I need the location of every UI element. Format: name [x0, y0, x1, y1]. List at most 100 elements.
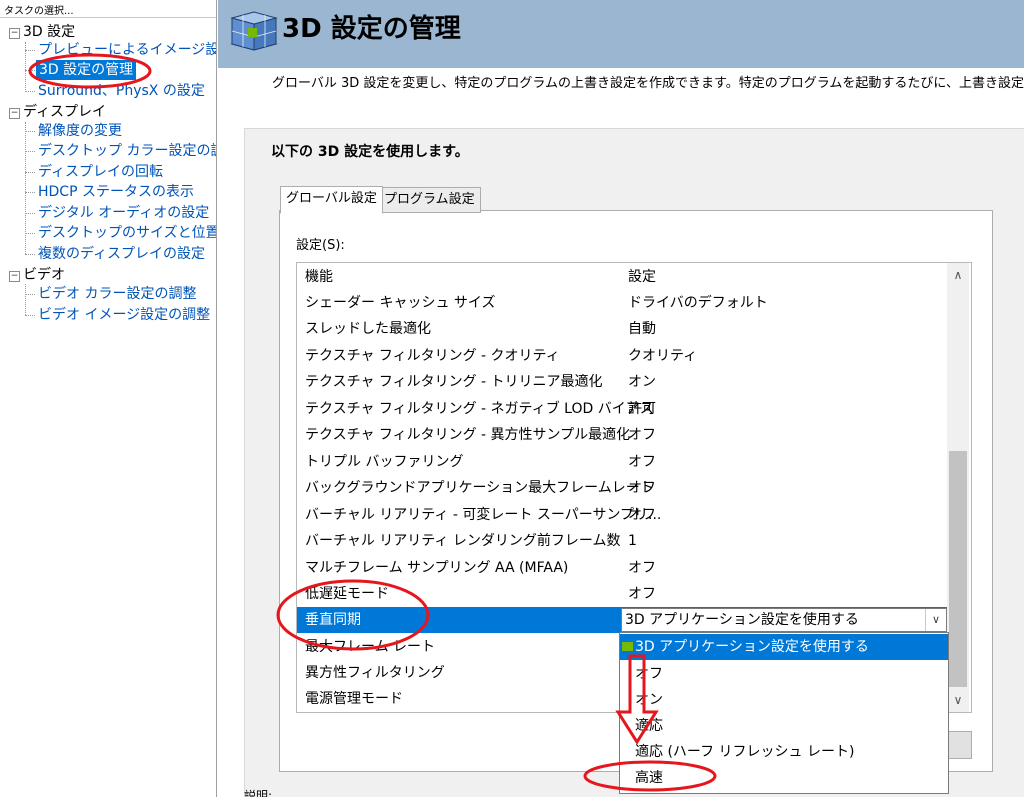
panel-divider [0, 17, 216, 18]
row-value: オフ [628, 454, 656, 470]
row-feature: トリプル バッファリング [305, 454, 464, 470]
tree-item-change-resolution[interactable]: 解像度の変更 [38, 121, 122, 141]
row-value: オフ [628, 560, 656, 576]
row-value: オフ [628, 427, 656, 443]
row-value: ドライバのデフォルト [628, 295, 768, 311]
row-feature: テクスチャ フィルタリング - クオリティ [305, 348, 560, 364]
tree-item-multiple-displays[interactable]: 複数のディスプレイの設定 [38, 244, 205, 264]
nvidia-3d-cube-icon [230, 11, 278, 51]
tree-line [25, 284, 26, 315]
page-description: グローバル 3D 設定を変更し、特定のプログラムの上書き設定を作成できます。特定… [272, 76, 1024, 91]
tree-category-label: ビデオ [23, 267, 65, 283]
tree-line [25, 172, 35, 173]
restore-button[interactable] [946, 731, 972, 759]
row-feature: 最大フレーム レート [305, 639, 436, 655]
group-title: 以下の 3D 設定を使用します。 [271, 144, 469, 160]
tree-line [25, 192, 35, 193]
table-row[interactable]: トリプル バッファリング オフ [297, 449, 947, 475]
tree-line [25, 315, 35, 316]
row-value: オフ [628, 586, 656, 602]
row-feature: バーチャル リアリティ - 可変レート スーパーサンプリ... [305, 507, 662, 523]
table-row[interactable]: マルチフレーム サンプリング AA (MFAA) オフ [297, 555, 947, 581]
tree-line [25, 70, 35, 71]
option-label: オフ [635, 666, 663, 682]
list-scrollbar[interactable]: ∧ ∨ [947, 263, 969, 712]
tree-item-desktop-color[interactable]: デスクトップ カラー設定の調整 [38, 141, 216, 161]
chevron-up-icon[interactable]: ∧ [947, 263, 969, 287]
option-label: 適応 (ハーフ リフレッシュ レート) [635, 744, 855, 760]
table-row[interactable]: シェーダー キャッシュ サイズ ドライバのデフォルト [297, 290, 947, 316]
tree-category-display[interactable]: − ディスプレイ [9, 102, 106, 122]
dropdown-option-app-setting[interactable]: 3D アプリケーション設定を使用する [620, 634, 948, 660]
collapse-icon[interactable]: − [9, 271, 20, 282]
row-feature: テクスチャ フィルタリング - ネガティブ LOD バイアス [305, 401, 654, 417]
dropdown-option-off[interactable]: オフ [620, 661, 948, 687]
tree-category-video[interactable]: − ビデオ [9, 265, 65, 285]
tree-category-3d-settings[interactable]: −3D 設定 [9, 22, 75, 42]
table-row[interactable]: テクスチャ フィルタリング - クオリティ クオリティ [297, 343, 947, 369]
tree-line [25, 254, 35, 255]
dropdown-option-fast[interactable]: 高速 [620, 765, 948, 791]
tree-line [25, 131, 35, 132]
table-row[interactable]: スレッドした最適化 自動 [297, 316, 947, 342]
row-feature: テクスチャ フィルタリング - 異方性サンプル最適化 [305, 427, 631, 443]
column-header-feature[interactable]: 機能 [305, 264, 333, 290]
table-row[interactable]: テクスチャ フィルタリング - ネガティブ LOD バイアス 許可 [297, 396, 947, 422]
chevron-down-icon[interactable]: ∨ [925, 609, 946, 631]
row-feature: シェーダー キャッシュ サイズ [305, 295, 496, 311]
collapse-icon[interactable]: − [9, 108, 20, 119]
nvidia-control-panel: タスクの選択... −3D 設定 プレビューによるイメージ設定の 3D 設定の管… [0, 0, 1024, 797]
row-feature: テクスチャ フィルタリング - トリリニア最適化 [305, 374, 603, 390]
scrollbar-thumb[interactable] [949, 451, 967, 687]
tab-program-settings[interactable]: プログラム設定 [378, 187, 481, 213]
table-row[interactable]: バーチャル リアリティ レンダリング前フレーム数 1 [297, 528, 947, 554]
tree-item-desktop-size-position[interactable]: デスクトップのサイズと位置の調 [38, 223, 216, 243]
dropdown-option-adaptive-half[interactable]: 適応 (ハーフ リフレッシュ レート) [620, 739, 948, 765]
column-header-setting[interactable]: 設定 [628, 264, 656, 290]
row-feature: バックグラウンドアプリケーション最大フレームレート [305, 480, 654, 496]
tree-item-image-preview[interactable]: プレビューによるイメージ設定の [38, 40, 216, 60]
table-row[interactable]: 低遅延モード オフ [297, 581, 947, 607]
table-row-selected[interactable]: 垂直同期 3D アプリケーション設定を使用する ∨ [297, 607, 947, 633]
row-feature: 垂直同期 [305, 612, 361, 628]
option-label: 3D アプリケーション設定を使用する [635, 639, 869, 655]
task-tree-panel: タスクの選択... −3D 設定 プレビューによるイメージ設定の 3D 設定の管… [0, 0, 217, 797]
dropdown-option-on[interactable]: オン [620, 687, 948, 713]
row-feature: バーチャル リアリティ レンダリング前フレーム数 [305, 533, 621, 549]
table-row[interactable]: テクスチャ フィルタリング - 異方性サンプル最適化 オフ [297, 422, 947, 448]
tree-item-rotate-display[interactable]: ディスプレイの回転 [38, 162, 163, 182]
table-row[interactable]: テクスチャ フィルタリング - トリリニア最適化 オン [297, 369, 947, 395]
option-label: 適応 [635, 718, 663, 734]
tree-item-digital-audio[interactable]: デジタル オーディオの設定 [38, 203, 209, 223]
collapse-icon[interactable]: − [9, 28, 20, 39]
vsync-dropdown-list[interactable]: 3D アプリケーション設定を使用する オフ オン 適応 適応 (ハーフ リフレッ… [619, 632, 949, 794]
row-value: クオリティ [628, 348, 698, 364]
tab-global-settings[interactable]: グローバル設定 [280, 186, 383, 214]
tree-line [25, 151, 35, 152]
row-value: オフ [628, 507, 656, 523]
page-title: 3D 設定の管理 [282, 14, 461, 44]
list-header: 機能 設定 [297, 264, 947, 290]
tree-line [25, 122, 26, 254]
tree-item-video-image[interactable]: ビデオ イメージ設定の調整 [38, 305, 210, 325]
tree-category-label: 3D 設定 [23, 24, 76, 40]
page-header: 3D 設定の管理 [218, 0, 1024, 68]
tree-item-surround-physx[interactable]: Surround、PhysX の設定 [38, 81, 205, 101]
option-label: 高速 [635, 770, 663, 786]
vsync-select[interactable]: 3D アプリケーション設定を使用する ∨ [621, 608, 947, 632]
row-value: 自動 [628, 321, 656, 337]
tree-line [25, 213, 35, 214]
tree-item-video-color[interactable]: ビデオ カラー設定の調整 [38, 284, 196, 304]
tree-category-label: ディスプレイ [23, 104, 107, 120]
tree-line [25, 91, 35, 92]
tree-item-manage-3d-settings[interactable]: 3D 設定の管理 [36, 60, 137, 80]
row-feature: 異方性フィルタリング [305, 665, 445, 681]
row-feature: マルチフレーム サンプリング AA (MFAA) [305, 560, 569, 576]
table-row[interactable]: バックグラウンドアプリケーション最大フレームレート オフ [297, 475, 947, 501]
tree-item-hdcp-status[interactable]: HDCP ステータスの表示 [38, 182, 194, 202]
settings-label: 設定(S): [296, 238, 345, 253]
row-feature: 電源管理モード [305, 691, 403, 707]
table-row[interactable]: バーチャル リアリティ - 可変レート スーパーサンプリ... オフ [297, 502, 947, 528]
chevron-down-icon[interactable]: ∨ [947, 688, 969, 712]
dropdown-option-adaptive[interactable]: 適応 [620, 713, 948, 739]
